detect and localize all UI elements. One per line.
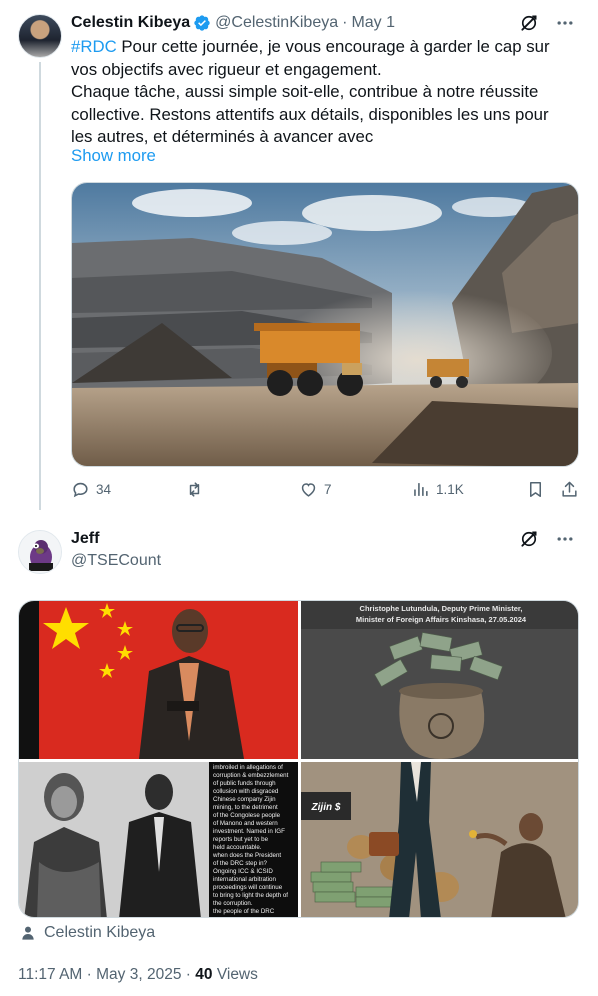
like-count: 7	[324, 482, 332, 497]
image-caption-line: Christophe Lutundula, Deputy Prime Minis…	[360, 604, 523, 613]
share-icon	[562, 481, 577, 497]
tweet-header: Celestin Kibeya @CelestinKibeya · May 1	[71, 12, 395, 34]
image-text-line: corruption & embezzlement	[213, 772, 289, 779]
image-text-line: Chinese company Zijin	[213, 796, 276, 803]
thread-connector-line	[39, 62, 41, 510]
bookmark-icon	[529, 482, 542, 497]
more-icon[interactable]	[554, 528, 576, 550]
tweet-text-line: Pour cette journée, je vous encourage à …	[116, 37, 550, 56]
image-text-line: collusion with disgraced	[213, 788, 279, 795]
image-caption-line: Minister of Foreign Affairs Kinshasa, 27…	[356, 615, 527, 624]
reply-media-grid: Christophe Lutundula, Deputy Prime Minis…	[18, 600, 579, 918]
image-text-line: Ongoing ICC & ICSID	[213, 868, 273, 875]
image-text-line: international arbitration	[213, 876, 277, 883]
tagged-user[interactable]: Celestin Kibeya	[20, 924, 155, 942]
reply-author-name[interactable]: Jeff	[71, 530, 99, 548]
views-number[interactable]: 40	[195, 966, 212, 983]
person-icon	[22, 926, 34, 940]
views-icon	[414, 483, 428, 496]
views-count: 1.1K	[436, 482, 464, 497]
bookmark-button[interactable]	[526, 480, 545, 499]
reply-icon	[73, 482, 88, 498]
tweet-text-line: Chaque tâche, aussi simple soit-elle, co…	[71, 82, 539, 101]
show-more-link[interactable]: Show more	[71, 146, 156, 166]
media-image-zijin-illustration[interactable]: Zijin $	[301, 762, 578, 917]
author-handle[interactable]: @CelestinKibeya	[215, 14, 338, 32]
image-text-line: reports but yet to be	[213, 836, 269, 843]
tweet-media-mining-image[interactable]	[71, 182, 579, 467]
reply-header-icons	[518, 528, 576, 550]
image-text-line: of public funds through	[213, 780, 276, 787]
media-image-flag-portrait[interactable]	[19, 601, 298, 759]
grok-icon[interactable]	[518, 12, 540, 34]
media-image-corruption-text[interactable]: imbroiled in allegations of corruption & …	[19, 762, 298, 917]
tweet-text-line: collective. Restons attentifs aux détail…	[71, 104, 549, 124]
reply-author-handle[interactable]: @TSECount	[71, 552, 161, 570]
author-name[interactable]: Celestin Kibeya	[71, 14, 190, 32]
image-text-line: of the DRC step in?	[213, 860, 268, 867]
tweet-header-icons	[518, 12, 576, 34]
image-text-line: of the Congolese people	[213, 812, 281, 819]
tweet-text: #RDC Pour cette journée, je vous encoura…	[71, 36, 576, 149]
image-text-line: imbroiled in allegations of	[213, 764, 283, 771]
reply-count: 34	[96, 482, 112, 497]
verified-badge-icon	[193, 14, 211, 32]
tweet-text-line: vos objectifs avec rigueur et engagement…	[71, 59, 382, 79]
repost-icon	[189, 482, 200, 497]
image-text-line: to bring to light the depth of	[213, 892, 288, 899]
image-text-line: when does the President	[212, 852, 281, 859]
tweet-actions-bar: 34 7 1.1K	[71, 480, 579, 504]
image-label: Zijin $	[311, 802, 341, 813]
separator-dot: ·	[342, 14, 348, 31]
reply-button[interactable]: 34	[71, 480, 111, 499]
hashtag-link[interactable]: #RDC	[71, 37, 117, 56]
image-text-line: the corruption.	[213, 900, 253, 907]
more-icon[interactable]	[554, 12, 576, 34]
image-text-line: of Manono and western	[213, 820, 278, 827]
post-date[interactable]: May 3, 2025	[96, 966, 181, 983]
image-text-line: held accountable.	[213, 844, 262, 851]
post-meta: 11:17 AM · May 3, 2025 · 40 Views	[18, 966, 258, 984]
author-avatar[interactable]	[18, 14, 62, 58]
views-button[interactable]: 1.1K	[411, 480, 464, 499]
reply-author-avatar[interactable]	[18, 530, 62, 574]
repost-button[interactable]	[185, 480, 210, 499]
grok-icon[interactable]	[518, 528, 540, 550]
image-text-line: the people of the DRC	[213, 908, 275, 915]
views-label: Views	[216, 966, 258, 983]
image-text-line: proceedings will continue	[213, 884, 283, 891]
image-text-line: investment. Named in IGF	[213, 828, 285, 835]
tweet-date[interactable]: May 1	[351, 14, 395, 32]
separator-dot: ·	[86, 966, 92, 983]
media-image-money-bag[interactable]: Christophe Lutundula, Deputy Prime Minis…	[301, 601, 578, 759]
tagged-user-name: Celestin Kibeya	[44, 924, 156, 941]
image-text-line: mining, to the detriment	[213, 804, 278, 811]
post-time[interactable]: 11:17 AM	[18, 966, 82, 983]
like-icon	[301, 483, 316, 497]
like-button[interactable]: 7	[299, 480, 332, 499]
separator-dot: ·	[185, 966, 191, 983]
share-button[interactable]	[560, 480, 579, 499]
